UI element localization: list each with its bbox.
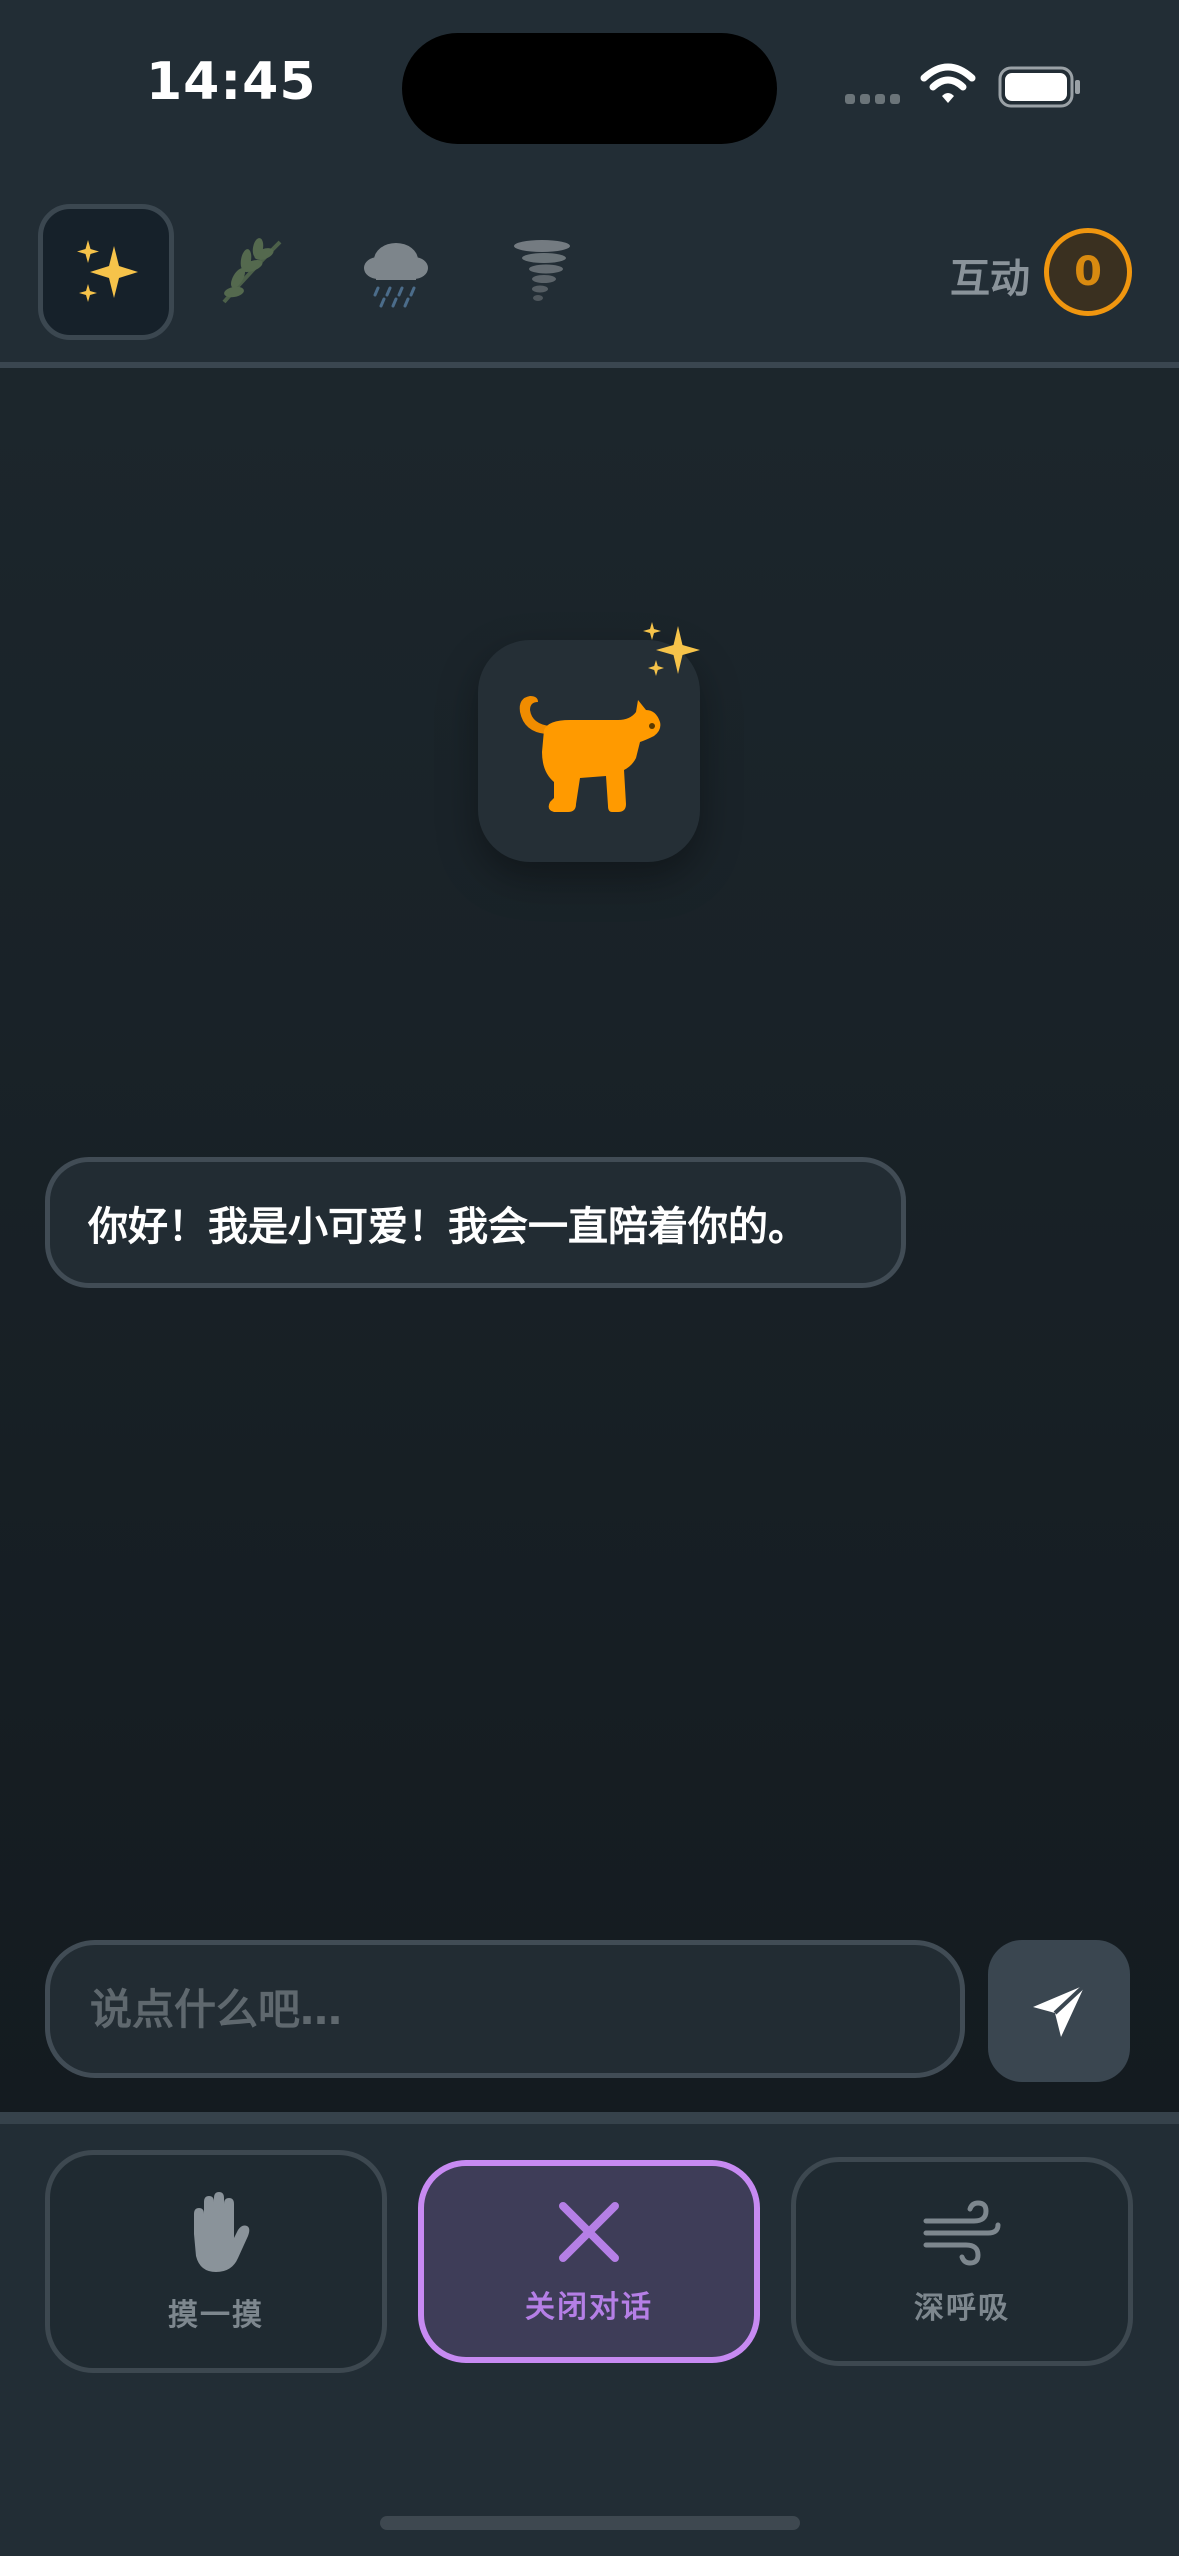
message-input[interactable] <box>88 1983 960 2035</box>
mode-tab-tornado[interactable] <box>474 204 610 340</box>
pet-sparkle-icon <box>643 622 700 676</box>
mode-tab-rain[interactable] <box>328 204 464 340</box>
deep-breath-button-label: 深呼吸 <box>914 2290 1010 2326</box>
cat-icon <box>519 696 661 812</box>
pet-button[interactable]: 摸一摸 <box>45 2150 387 2373</box>
close-icon <box>559 2201 619 2262</box>
status-time: 14:45 <box>146 52 317 112</box>
cellular-signal-icon <box>845 94 900 104</box>
message-input-container[interactable] <box>45 1940 965 2078</box>
home-indicator[interactable] <box>380 2516 800 2530</box>
sparkles-icon <box>77 240 138 302</box>
close-chat-button-label: 关闭对话 <box>525 2289 653 2325</box>
chat-bubble: 你好！我是小可爱！我会一直陪着你的。 <box>45 1157 906 1288</box>
mode-tab-leaf[interactable] <box>182 204 318 340</box>
tornado-icon <box>514 240 570 301</box>
leaf-icon <box>222 238 282 304</box>
send-button[interactable] <box>988 1940 1130 2082</box>
wind-icon <box>923 2199 1001 2266</box>
rain-cloud-icon <box>364 243 428 308</box>
deep-breath-button[interactable]: 深呼吸 <box>791 2157 1133 2366</box>
mode-tab-sparkles[interactable] <box>38 204 174 340</box>
divider <box>0 2112 1179 2124</box>
wifi-icon <box>920 63 976 103</box>
battery-icon <box>998 66 1080 108</box>
interaction-label: 互动 <box>950 256 1030 302</box>
send-icon <box>1033 1983 1087 2037</box>
hand-icon <box>194 2191 250 2272</box>
status-bar: 14:45 <box>0 0 1179 180</box>
dynamic-island <box>402 33 777 144</box>
pet-button-label: 摸一摸 <box>168 2297 264 2333</box>
close-chat-button[interactable]: 关闭对话 <box>418 2160 760 2363</box>
interaction-counter-badge: 0 <box>1044 228 1132 316</box>
